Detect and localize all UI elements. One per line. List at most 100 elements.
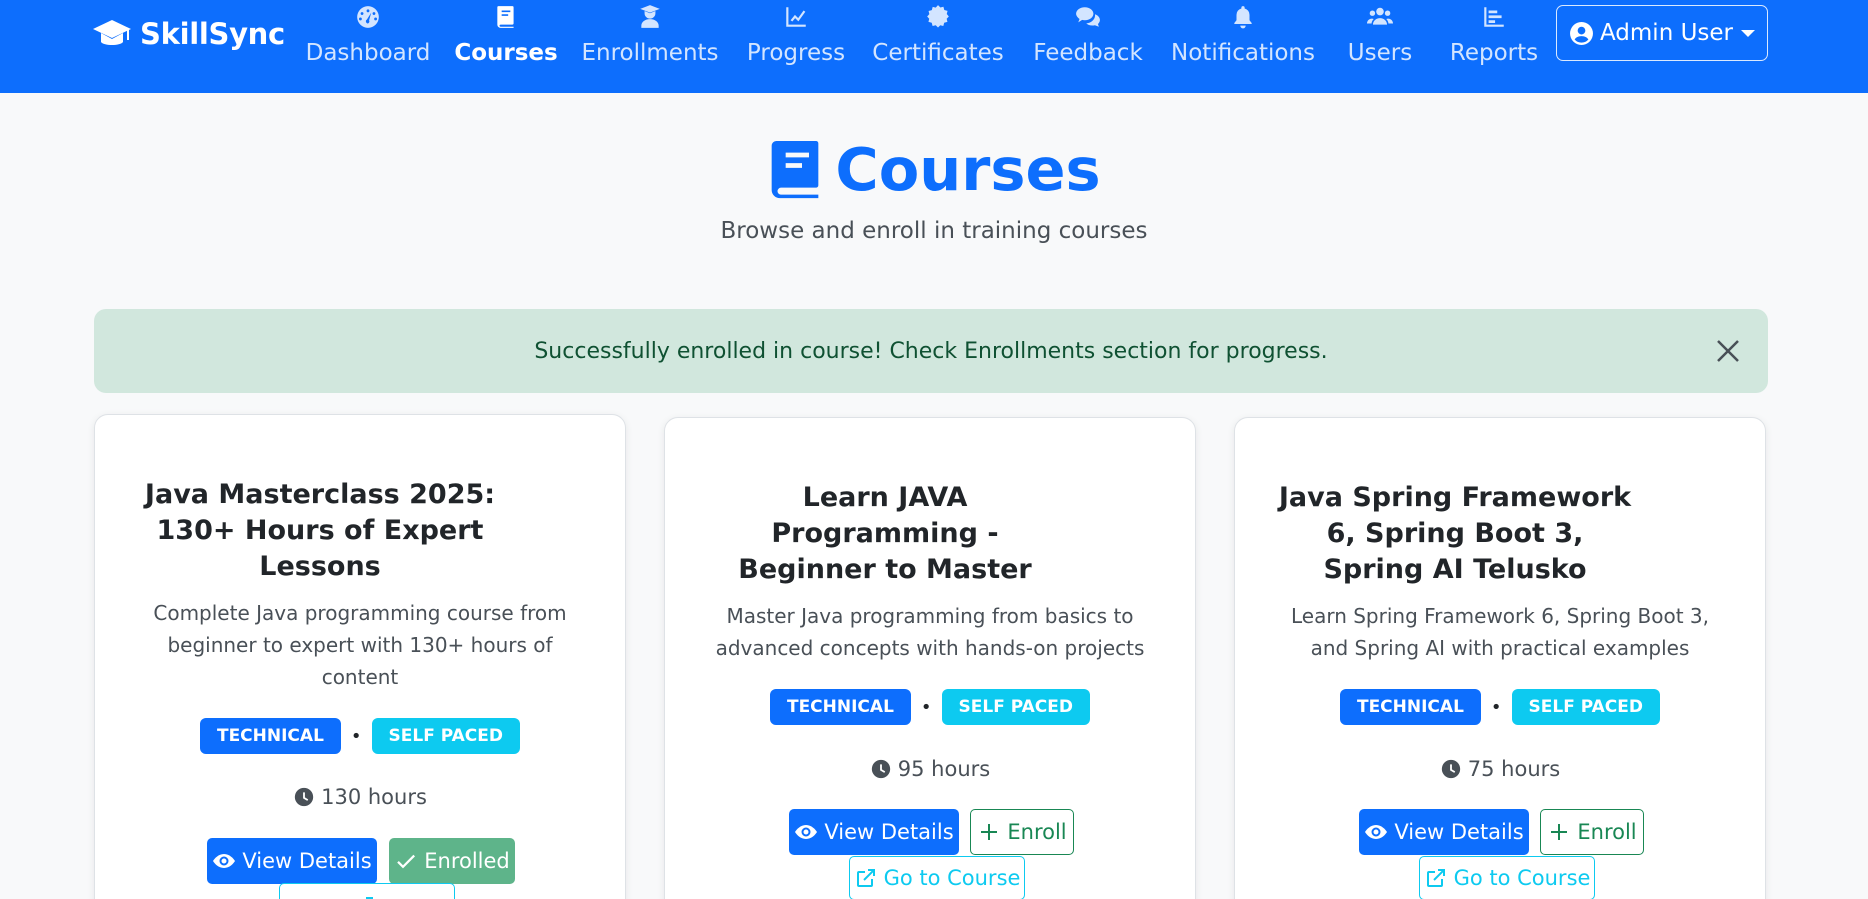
nav-label: Dashboard <box>305 40 431 66</box>
page-header: Courses Browse and enroll in training co… <box>0 133 1868 245</box>
go-to-course-label: Go to Course <box>883 866 1021 890</box>
course-title-line: Learn JAVA <box>802 482 968 513</box>
nav-dashboard[interactable]: Dashboard <box>306 0 430 93</box>
course-description: Master Java programming from basics to a… <box>665 600 1195 664</box>
nav-enrollments[interactable]: Enrollments <box>581 0 719 93</box>
eye-icon <box>1365 825 1388 839</box>
course-title-line: 130+ Hours of Expert <box>156 515 484 546</box>
plus-icon <box>1551 824 1568 840</box>
eye-icon <box>213 854 236 868</box>
graduate-icon <box>636 3 664 31</box>
view-details-button[interactable]: View Details <box>789 809 959 855</box>
nav-courses[interactable]: Courses <box>454 0 558 93</box>
badge-separator: • <box>350 725 362 747</box>
alert-message: Successfully enrolled in course! Check E… <box>534 338 1328 364</box>
category-badge: TECHNICAL <box>769 689 911 725</box>
close-icon[interactable] <box>1710 333 1746 369</box>
nav-label: Progress <box>746 40 846 66</box>
clock-icon <box>294 787 314 807</box>
user-name: Admin User <box>1599 20 1734 46</box>
nav-label: Users <box>1347 40 1413 66</box>
course-title-line: 6, Spring Boot 3, <box>1326 518 1584 549</box>
go-to-course-button[interactable]: Go to Course <box>849 856 1025 899</box>
go-to-course-button[interactable] <box>279 883 455 899</box>
badge-separator: • <box>1490 696 1502 718</box>
go-to-course-label: Go to Course <box>1453 866 1591 890</box>
enroll-button[interactable]: Enroll <box>1540 809 1644 855</box>
view-details-button[interactable]: View Details <box>1359 809 1529 855</box>
mode-badge: SELF PACED <box>371 718 521 754</box>
course-desc-line: and Spring AI with practical examples <box>1310 636 1690 660</box>
book-icon <box>492 3 520 31</box>
chevron-down-icon <box>1741 29 1756 37</box>
course-title-line: Programming - <box>771 518 999 549</box>
top-navbar: SkillSync Dashboard Courses Enrollments … <box>0 0 1868 93</box>
view-details-button[interactable]: View Details <box>207 838 377 884</box>
nav-notifications[interactable]: Notifications <box>1171 0 1315 93</box>
page-subtitle: Browse and enroll in training courses <box>720 218 1148 244</box>
nav-label: Feedback <box>1033 40 1143 66</box>
view-details-label: View Details <box>1394 820 1524 844</box>
user-menu-button[interactable]: Admin User <box>1556 5 1768 61</box>
course-desc-line: advanced concepts with hands-on projects <box>715 636 1145 660</box>
external-link-icon <box>357 897 373 899</box>
course-title-line: Java Spring Framework <box>1278 482 1632 513</box>
enroll-label: Enroll <box>1577 820 1637 844</box>
plus-icon <box>981 824 998 840</box>
chart-line-icon <box>782 3 810 31</box>
course-desc-line: Complete Java programming course from <box>153 601 567 625</box>
course-badges: TECHNICAL • SELF PACED <box>95 718 625 754</box>
enroll-button[interactable]: Enroll <box>970 809 1074 855</box>
course-desc-line: beginner to expert with 130+ hours of <box>167 633 553 657</box>
certificate-icon <box>924 3 952 31</box>
check-icon <box>397 854 416 869</box>
course-title: Learn JAVA Programming - Beginner to Mas… <box>620 480 1150 588</box>
eye-icon <box>795 825 818 839</box>
external-link-icon <box>1426 869 1445 887</box>
success-alert: Successfully enrolled in course! Check E… <box>94 309 1768 393</box>
nav-label: Enrollments <box>581 40 719 66</box>
category-badge: TECHNICAL <box>1339 689 1481 725</box>
course-card: Java Spring Framework 6, Spring Boot 3, … <box>1234 417 1766 899</box>
book-icon <box>772 141 819 199</box>
users-icon <box>1366 3 1394 31</box>
course-title-line: Beginner to Master <box>738 554 1032 585</box>
nav-label: Courses <box>454 40 558 66</box>
external-link-icon <box>856 869 875 887</box>
brand-name: SkillSync <box>140 17 285 51</box>
user-circle-icon <box>1570 21 1593 45</box>
course-title: Java Masterclass 2025: 130+ Hours of Exp… <box>55 477 585 585</box>
course-hours: 130 hours <box>321 785 427 809</box>
dashboard-icon <box>354 3 382 31</box>
course-duration: 75 hours <box>1235 757 1765 781</box>
course-description: Complete Java programming course from be… <box>95 597 625 693</box>
course-description: Learn Spring Framework 6, Spring Boot 3,… <box>1235 600 1765 664</box>
enrolled-label: Enrolled <box>424 849 510 873</box>
course-hours: 95 hours <box>897 757 991 781</box>
nav-reports[interactable]: Reports <box>1450 0 1538 93</box>
mode-badge: SELF PACED <box>941 689 1091 725</box>
course-card: Java Masterclass 2025: 130+ Hours of Exp… <box>94 414 626 899</box>
comments-icon <box>1074 3 1102 31</box>
course-title-line: Spring AI Telusko <box>1323 554 1587 585</box>
nav-certificates[interactable]: Certificates <box>872 0 1004 93</box>
course-desc-line: Master Java programming from basics to <box>726 604 1134 628</box>
chart-bar-icon <box>1480 3 1508 31</box>
view-details-label: View Details <box>242 849 372 873</box>
page-title-text: Courses <box>835 134 1101 204</box>
bell-icon <box>1229 3 1257 31</box>
brand[interactable]: SkillSync <box>92 14 285 54</box>
enrolled-button[interactable]: Enrolled <box>389 838 515 884</box>
clock-icon <box>1441 759 1460 779</box>
nav-label: Certificates <box>872 40 1004 66</box>
nav-users[interactable]: Users <box>1347 0 1413 93</box>
course-title-line: Java Masterclass 2025: <box>144 479 496 510</box>
course-title-line: Lessons <box>259 551 381 582</box>
course-desc-line: content <box>321 665 399 689</box>
course-badges: TECHNICAL • SELF PACED <box>665 689 1195 725</box>
enroll-label: Enroll <box>1007 820 1067 844</box>
nav-feedback[interactable]: Feedback <box>1033 0 1143 93</box>
go-to-course-button[interactable]: Go to Course <box>1419 856 1595 899</box>
nav-progress[interactable]: Progress <box>746 0 846 93</box>
course-desc-line: Learn Spring Framework 6, Spring Boot 3, <box>1290 604 1710 628</box>
